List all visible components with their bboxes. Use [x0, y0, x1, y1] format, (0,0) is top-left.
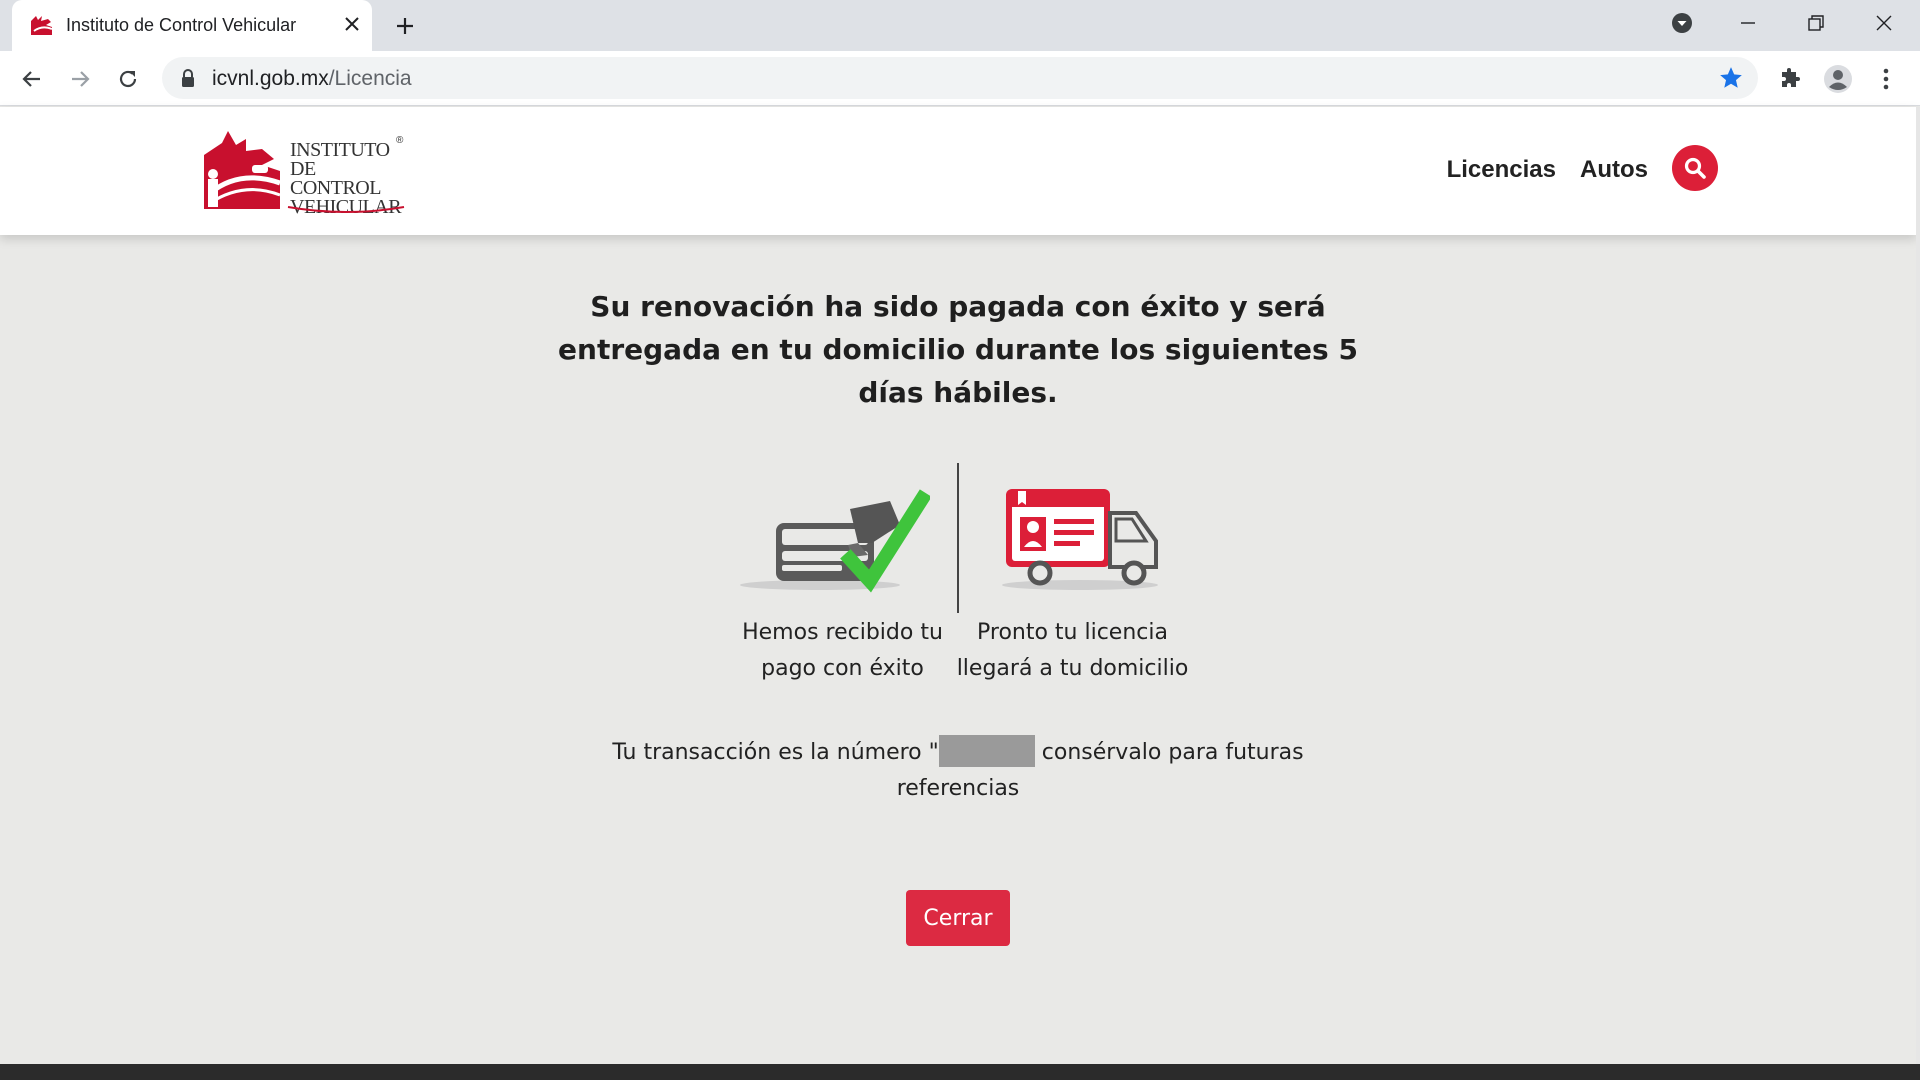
nav-licencias-link[interactable]: Licencias: [1447, 156, 1556, 184]
bookmark-star-icon[interactable]: [1718, 65, 1744, 91]
url-path: /Licencia: [328, 67, 412, 90]
nav-autos-link[interactable]: Autos: [1580, 156, 1648, 184]
card-payment-check-icon: [740, 489, 930, 593]
registered-mark: ®: [396, 135, 404, 146]
profile-button[interactable]: [1820, 61, 1856, 97]
confirmation-heading: Su renovación ha sido pagada con éxito y…: [558, 290, 1358, 409]
icv-logo[interactable]: INSTITUTO DE CONTROL VEHICULAR ®: [200, 127, 410, 219]
site-search-button[interactable]: [1672, 145, 1718, 191]
url-host: icvnl.gob.mx: [212, 67, 329, 90]
page-scrollbar[interactable]: [1916, 107, 1920, 1064]
site-nav: Licencias Autos: [1447, 145, 1718, 191]
profile-avatar-icon: [1824, 65, 1852, 93]
tab-title: Instituto de Control Vehicular: [66, 15, 297, 35]
close-icon: [345, 17, 359, 31]
reload-icon: [119, 70, 137, 88]
confirmation-content: Su renovación ha sido pagada con éxito y…: [0, 235, 1916, 1064]
browser-tab[interactable]: Instituto de Control Vehicular: [12, 0, 372, 51]
icv-favicon-icon: [31, 16, 53, 35]
extensions-button[interactable]: [1772, 61, 1808, 97]
lock-icon: [182, 69, 194, 87]
logo-line-2: DE CONTROL: [290, 158, 381, 199]
site-header: INSTITUTO DE CONTROL VEHICULAR ® Licenci…: [0, 107, 1916, 235]
payment-received-caption: Hemos recibido tu pago con éxito: [742, 620, 943, 681]
transaction-message: Tu transacción es la número " consérvalo…: [600, 735, 1316, 807]
forward-button[interactable]: [62, 61, 98, 97]
license-delivery-truck-icon: [1002, 489, 1158, 590]
address-bar[interactable]: icvnl.gob.mx/Licencia: [162, 57, 1758, 99]
new-tab-button[interactable]: [390, 12, 420, 40]
kebab-menu-icon: [1883, 68, 1889, 90]
tab-search-button[interactable]: [1662, 6, 1702, 40]
restore-button[interactable]: [1796, 6, 1836, 40]
close-icon: [1876, 15, 1892, 31]
illustration-divider: [957, 463, 959, 613]
chevron-down-circle-icon: [1672, 13, 1692, 33]
minimize-button[interactable]: [1728, 6, 1768, 40]
redacted-transaction-number: [938, 735, 1035, 767]
search-icon: [1684, 157, 1706, 179]
minimize-icon: [1741, 22, 1755, 24]
url-text: icvnl.gob.mx/Licencia: [212, 67, 412, 91]
icv-emblem-icon: [204, 131, 281, 209]
plus-icon: [397, 18, 413, 34]
reload-button[interactable]: [110, 61, 146, 97]
logo-swoosh-icon: [287, 206, 405, 213]
close-button[interactable]: Cerrar: [906, 890, 1010, 946]
restore-icon: [1808, 15, 1824, 31]
back-button[interactable]: [14, 61, 50, 97]
footer-bar: [0, 1064, 1920, 1080]
browser-toolbar: icvnl.gob.mx/Licencia: [0, 51, 1920, 106]
delivery-caption: Pronto tu licencia llegará a tu domicili…: [956, 620, 1189, 681]
tab-close-button[interactable]: [340, 12, 364, 36]
browser-menu-button[interactable]: [1868, 61, 1904, 97]
puzzle-icon: [1782, 68, 1800, 87]
arrow-right-icon: [72, 71, 90, 87]
window-close-button[interactable]: [1864, 6, 1904, 40]
transaction-prefix: Tu transacción es la número ": [612, 740, 939, 765]
browser-tab-bar: Instituto de Control Vehicular: [0, 0, 1920, 51]
arrow-left-icon: [22, 71, 40, 87]
